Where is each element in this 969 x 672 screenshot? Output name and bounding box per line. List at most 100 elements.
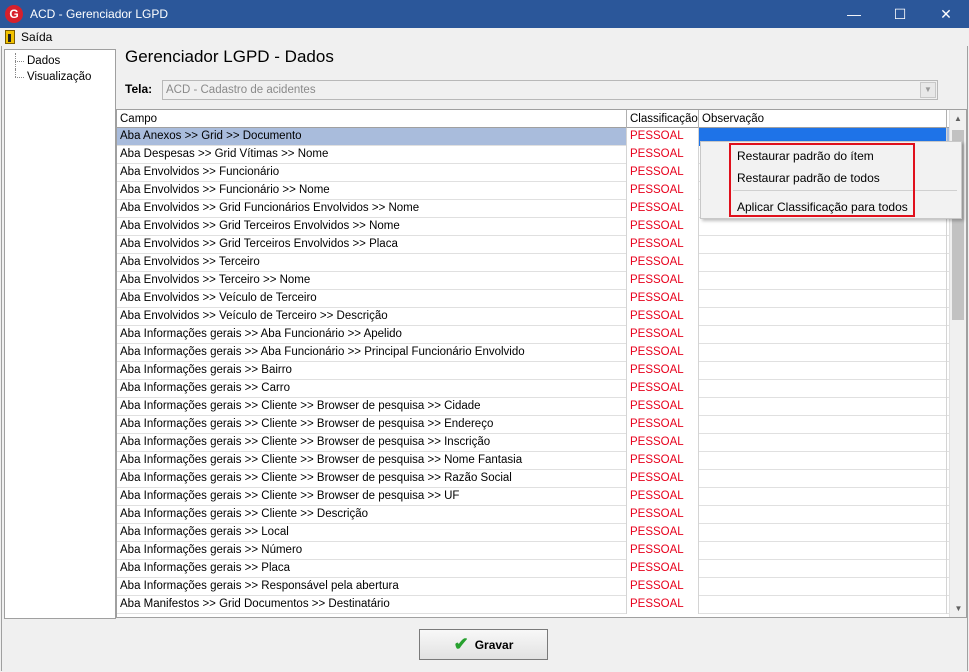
column-header-campo[interactable]: Campo <box>117 110 627 128</box>
cell-observacao[interactable] <box>699 470 947 488</box>
cell-observacao[interactable] <box>699 344 947 362</box>
cell-classificacao[interactable]: PESSOAL <box>627 146 699 164</box>
cell-campo[interactable]: Aba Envolvidos >> Veículo de Terceiro <box>117 290 627 308</box>
table-row[interactable]: Aba Envolvidos >> Grid Terceiros Envolvi… <box>117 218 950 236</box>
cell-classificacao[interactable]: PESSOAL <box>627 560 699 578</box>
cell-observacao[interactable] <box>699 254 947 272</box>
cell-campo[interactable]: Aba Informações gerais >> Cliente >> Bro… <box>117 434 627 452</box>
cell-observacao[interactable] <box>699 506 947 524</box>
cell-classificacao[interactable]: PESSOAL <box>627 272 699 290</box>
cell-campo[interactable]: Aba Informações gerais >> Cliente >> Des… <box>117 506 627 524</box>
cell-classificacao[interactable]: PESSOAL <box>627 524 699 542</box>
cell-campo[interactable]: Aba Informações gerais >> Cliente >> Bro… <box>117 488 627 506</box>
cell-campo[interactable]: Aba Informações gerais >> Aba Funcionári… <box>117 344 627 362</box>
cell-observacao[interactable] <box>699 218 947 236</box>
table-row[interactable]: Aba Informações gerais >> Aba Funcionári… <box>117 326 950 344</box>
cell-classificacao[interactable]: PESSOAL <box>627 596 699 614</box>
tree-item-visualizacao[interactable]: Visualização <box>5 69 115 85</box>
cell-campo[interactable]: Aba Envolvidos >> Grid Terceiros Envolvi… <box>117 236 627 254</box>
maximize-button[interactable]: ☐ <box>877 0 923 28</box>
cell-campo[interactable]: Aba Envolvidos >> Grid Funcionários Envo… <box>117 200 627 218</box>
table-row[interactable]: Aba Informações gerais >> Número PESSOAL <box>117 542 950 560</box>
cell-classificacao[interactable]: PESSOAL <box>627 506 699 524</box>
cell-observacao[interactable] <box>699 290 947 308</box>
column-header-observacao[interactable]: Observação <box>699 110 947 128</box>
scroll-up-icon[interactable]: ▲ <box>950 110 966 127</box>
cell-campo[interactable]: Aba Anexos >> Grid >> Documento <box>117 128 627 146</box>
cell-classificacao[interactable]: PESSOAL <box>627 398 699 416</box>
cell-campo[interactable]: Aba Informações gerais >> Bairro <box>117 362 627 380</box>
menu-item-aplicar-classificacao[interactable]: Aplicar Classificação para todos <box>737 198 908 216</box>
scroll-down-icon[interactable]: ▼ <box>950 600 966 617</box>
cell-classificacao[interactable]: PESSOAL <box>627 128 699 146</box>
cell-campo[interactable]: Aba Informações gerais >> Cliente >> Bro… <box>117 452 627 470</box>
table-row[interactable]: Aba Envolvidos >> Veículo de Terceiro >>… <box>117 308 950 326</box>
cell-classificacao[interactable]: PESSOAL <box>627 164 699 182</box>
cell-observacao[interactable] <box>699 308 947 326</box>
table-row[interactable]: Aba Informações gerais >> Responsável pe… <box>117 578 950 596</box>
table-row[interactable]: Aba Informações gerais >> Placa PESSOAL <box>117 560 950 578</box>
cell-campo[interactable]: Aba Envolvidos >> Veículo de Terceiro >>… <box>117 308 627 326</box>
table-row[interactable]: Aba Informações gerais >> Bairro PESSOAL <box>117 362 950 380</box>
table-row[interactable]: Aba Envolvidos >> Terceiro PESSOAL <box>117 254 950 272</box>
cell-observacao[interactable] <box>699 524 947 542</box>
table-row[interactable]: Aba Informações gerais >> Cliente >> Bro… <box>117 398 950 416</box>
cell-classificacao[interactable]: PESSOAL <box>627 416 699 434</box>
table-row[interactable]: Aba Informações gerais >> Aba Funcionári… <box>117 344 950 362</box>
cell-classificacao[interactable]: PESSOAL <box>627 326 699 344</box>
cell-observacao[interactable] <box>699 236 947 254</box>
column-header-classificacao[interactable]: Classificação <box>627 110 699 128</box>
cell-classificacao[interactable]: PESSOAL <box>627 380 699 398</box>
cell-classificacao[interactable]: PESSOAL <box>627 290 699 308</box>
cell-campo[interactable]: Aba Envolvidos >> Funcionário <box>117 164 627 182</box>
cell-observacao[interactable] <box>699 326 947 344</box>
cell-observacao[interactable] <box>699 398 947 416</box>
cell-classificacao[interactable]: PESSOAL <box>627 470 699 488</box>
cell-campo[interactable]: Aba Informações gerais >> Cliente >> Bro… <box>117 398 627 416</box>
table-row[interactable]: Aba Informações gerais >> Cliente >> Bro… <box>117 488 950 506</box>
cell-campo[interactable]: Aba Envolvidos >> Terceiro >> Nome <box>117 272 627 290</box>
table-row[interactable]: Aba Envolvidos >> Grid Terceiros Envolvi… <box>117 236 950 254</box>
cell-classificacao[interactable]: PESSOAL <box>627 236 699 254</box>
table-row[interactable]: Aba Informações gerais >> Cliente >> Bro… <box>117 434 950 452</box>
cell-campo[interactable]: Aba Envolvidos >> Grid Terceiros Envolvi… <box>117 218 627 236</box>
cell-observacao[interactable] <box>699 416 947 434</box>
cell-campo[interactable]: Aba Informações gerais >> Local <box>117 524 627 542</box>
cell-classificacao[interactable]: PESSOAL <box>627 344 699 362</box>
table-row[interactable]: Aba Informações gerais >> Carro PESSOAL <box>117 380 950 398</box>
close-button[interactable]: ✕ <box>923 0 969 28</box>
save-button[interactable]: ✔ Gravar <box>419 629 548 660</box>
cell-campo[interactable]: Aba Informações gerais >> Cliente >> Bro… <box>117 416 627 434</box>
cell-observacao[interactable] <box>699 380 947 398</box>
table-row[interactable]: Aba Manifestos >> Grid Documentos >> Des… <box>117 596 950 614</box>
cell-campo[interactable]: Aba Manifestos >> Grid Documentos >> Des… <box>117 596 627 614</box>
cell-observacao[interactable] <box>699 542 947 560</box>
table-row[interactable]: Aba Informações gerais >> Cliente >> Des… <box>117 506 950 524</box>
tela-select[interactable]: ACD - Cadastro de acidentes ▼ <box>162 80 938 100</box>
cell-observacao[interactable] <box>699 434 947 452</box>
cell-observacao[interactable] <box>699 596 947 614</box>
cell-campo[interactable]: Aba Informações gerais >> Aba Funcionári… <box>117 326 627 344</box>
cell-observacao[interactable] <box>699 452 947 470</box>
tree-item-dados[interactable]: Dados <box>5 53 115 69</box>
cell-classificacao[interactable]: PESSOAL <box>627 254 699 272</box>
cell-campo[interactable]: Aba Envolvidos >> Funcionário >> Nome <box>117 182 627 200</box>
cell-classificacao[interactable]: PESSOAL <box>627 452 699 470</box>
cell-classificacao[interactable]: PESSOAL <box>627 362 699 380</box>
cell-campo[interactable]: Aba Informações gerais >> Carro <box>117 380 627 398</box>
table-row[interactable]: Aba Envolvidos >> Veículo de Terceiro PES… <box>117 290 950 308</box>
cell-classificacao[interactable]: PESSOAL <box>627 218 699 236</box>
cell-observacao[interactable] <box>699 272 947 290</box>
menu-item-restaurar-todos[interactable]: Restaurar padrão de todos <box>737 169 880 187</box>
cell-classificacao[interactable]: PESSOAL <box>627 542 699 560</box>
menu-item-restaurar-item[interactable]: Restaurar padrão do ítem <box>737 147 874 165</box>
cell-campo[interactable]: Aba Envolvidos >> Terceiro <box>117 254 627 272</box>
cell-classificacao[interactable]: PESSOAL <box>627 308 699 326</box>
cell-campo[interactable]: Aba Informações gerais >> Placa <box>117 560 627 578</box>
cell-classificacao[interactable]: PESSOAL <box>627 182 699 200</box>
exit-menu-item[interactable]: Saída <box>1 30 52 44</box>
chevron-down-icon[interactable]: ▼ <box>920 82 936 98</box>
cell-observacao[interactable] <box>699 362 947 380</box>
cell-campo[interactable]: Aba Informações gerais >> Número <box>117 542 627 560</box>
minimize-button[interactable]: — <box>831 0 877 28</box>
